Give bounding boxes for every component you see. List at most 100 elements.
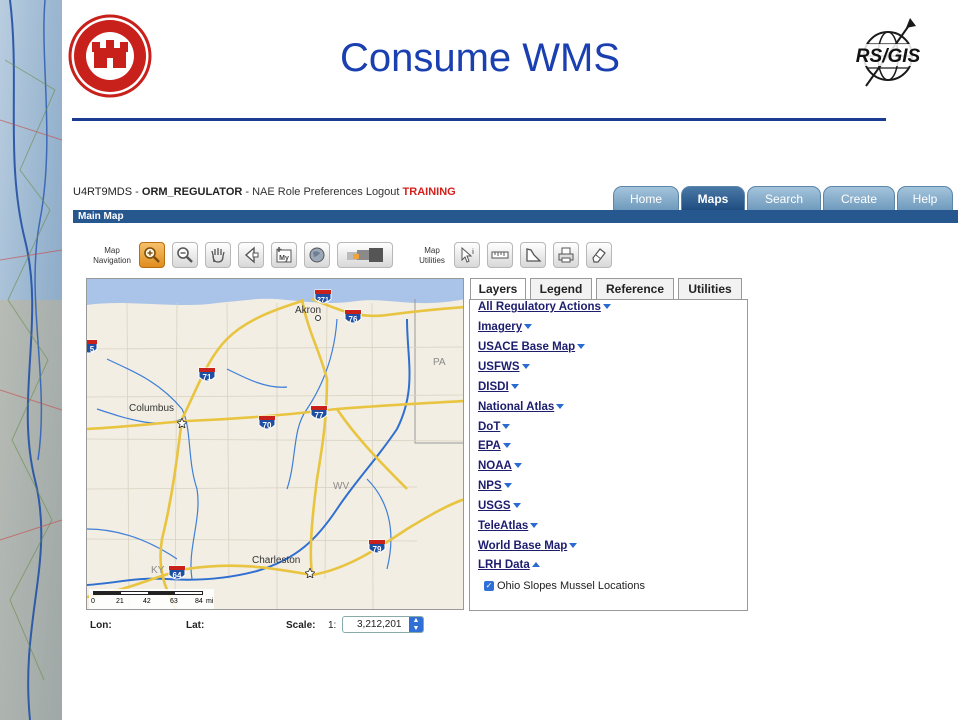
slide-title: Consume WMS — [339, 36, 621, 80]
scale-value: 3,212,201 — [357, 619, 402, 630]
shield-77-label: 77 — [315, 411, 324, 420]
tab-maps[interactable]: Maps — [681, 186, 745, 210]
layer-label: NOAA — [478, 460, 512, 472]
layer-label: Imagery — [478, 321, 523, 333]
chevron-updown-icon[interactable]: ▲ ▼ — [409, 617, 423, 632]
svg-text:My: My — [279, 255, 289, 262]
layer-imagery[interactable]: Imagery — [478, 321, 533, 333]
title-divider — [72, 118, 886, 121]
layer-world-base-map[interactable]: World Base Map — [478, 540, 578, 552]
map-view[interactable]: Columbus Akron Charleston PA WV KY 271 7… — [86, 278, 464, 610]
zoom-in-button[interactable] — [139, 242, 165, 268]
layer-usgs[interactable]: USGS — [478, 500, 521, 512]
layer-nps[interactable]: NPS — [478, 480, 512, 492]
tab-reference[interactable]: Reference — [596, 278, 674, 300]
state-label-ky: KY — [151, 565, 165, 576]
layer-noaa[interactable]: NOAA — [478, 460, 522, 472]
interstate-shield-76: 76 — [343, 307, 363, 332]
clear-button[interactable] — [586, 242, 612, 268]
my-extent-button[interactable]: My — [271, 242, 297, 268]
lat-label: Lat: — [186, 620, 205, 631]
full-extent-globe-icon — [309, 247, 325, 263]
scale-select[interactable]: 3,212,201 ▲ ▼ — [342, 616, 424, 633]
shield-64-label: 64 — [173, 571, 182, 580]
chevron-down-icon — [577, 344, 586, 350]
chevron-down-icon — [569, 543, 578, 549]
place-charleston: Charleston — [252, 555, 301, 566]
header-links[interactable]: - NAE Role Preferences Logout — [245, 186, 399, 198]
layer-label: LRH Data — [478, 559, 530, 571]
layers-button[interactable] — [337, 242, 393, 268]
svg-text:i: i — [472, 249, 474, 256]
layer-teleatlas[interactable]: TeleAtlas — [478, 520, 539, 532]
scale-tick-0: 0 — [91, 598, 95, 605]
app-window: U4RT9MDS - ORM_REGULATOR - NAE Role Pref… — [73, 180, 958, 650]
print-button[interactable] — [553, 242, 579, 268]
shield-76-label: 76 — [349, 315, 358, 324]
scale-unit: mi — [206, 598, 214, 605]
chevron-down-icon — [502, 443, 511, 449]
app-header: U4RT9MDS - ORM_REGULATOR - NAE Role Pref… — [73, 186, 456, 206]
tab-utilities[interactable]: Utilities — [678, 278, 742, 300]
identify-button[interactable]: i — [454, 242, 480, 268]
lon-label: Lon: — [90, 620, 112, 631]
pan-button[interactable] — [205, 242, 231, 268]
training-badge: TRAINING — [402, 186, 456, 198]
layer-label: DoT — [478, 421, 501, 433]
scale-tick-21: 21 — [116, 598, 124, 605]
chevron-up-icon — [531, 562, 540, 568]
chevron-down-icon — [530, 523, 539, 529]
map-navigation-label: Map Navigation — [93, 246, 131, 265]
scale-bar: 0 21 42 63 84 mi — [89, 589, 214, 609]
shield-79-label: 79 — [373, 545, 382, 554]
tab-layers[interactable]: Layers — [470, 278, 526, 300]
place-columbus: Columbus — [129, 403, 175, 414]
zoom-out-button[interactable] — [172, 242, 198, 268]
layer-epa[interactable]: EPA — [478, 440, 511, 452]
tab-home[interactable]: Home — [613, 186, 679, 210]
scale-tick-63: 63 — [170, 598, 178, 605]
rsgis-logo: RS/GIS — [840, 14, 936, 92]
layer-label: USGS — [478, 500, 511, 512]
checkbox-checked-icon[interactable]: ✓ — [484, 581, 494, 591]
layer-usace-base-map[interactable]: USACE Base Map — [478, 341, 586, 353]
print-icon — [558, 247, 574, 263]
layer-national-atlas[interactable]: National Atlas — [478, 401, 565, 413]
rsgis-logo-text: RS/GIS — [856, 46, 921, 67]
interstate-shield-77: 77 — [309, 403, 329, 428]
previous-extent-button[interactable] — [238, 242, 264, 268]
tab-search[interactable]: Search — [747, 186, 821, 210]
charleston-marker-icon — [304, 565, 316, 579]
layer-label: DISDI — [478, 381, 509, 393]
sublayer-ohio-slopes-mussel[interactable]: ✓ Ohio Slopes Mussel Locations — [484, 580, 645, 592]
layer-label: National Atlas — [478, 401, 555, 413]
area-measure-button[interactable] — [520, 242, 546, 268]
shield-70-label: 70 — [263, 421, 272, 430]
user-id: U4RT9MDS — [73, 186, 133, 198]
layer-lrh-data[interactable]: LRH Data — [478, 559, 540, 571]
scale-prefix: 1: — [328, 620, 337, 631]
layer-usfws[interactable]: USFWS — [478, 361, 530, 373]
layers-stack-icon — [347, 248, 383, 262]
layer-dot[interactable]: DoT — [478, 421, 511, 433]
chevron-down-icon — [524, 324, 533, 330]
scale-bar-graphic — [93, 591, 203, 595]
chevron-down-icon — [556, 404, 565, 410]
identify-icon: i — [461, 246, 474, 263]
tab-help[interactable]: Help — [897, 186, 953, 210]
state-label-pa: PA — [433, 357, 446, 368]
layer-all-regulatory-actions[interactable]: All Regulatory Actions — [478, 301, 611, 313]
measure-button[interactable] — [487, 242, 513, 268]
tab-legend[interactable]: Legend — [530, 278, 592, 300]
layer-label: USACE Base Map — [478, 341, 576, 353]
tab-create[interactable]: Create — [823, 186, 895, 210]
layer-label: EPA — [478, 440, 501, 452]
columbus-marker-icon — [176, 415, 188, 429]
header-separator: - — [135, 186, 139, 198]
chevron-down-icon — [512, 503, 521, 509]
layer-disdi[interactable]: DISDI — [478, 381, 519, 393]
cerl-logo — [68, 14, 152, 98]
state-label-wv: WV — [333, 481, 350, 492]
panel-tabs: Layers Legend Reference Utilities — [470, 278, 746, 300]
full-extent-button[interactable] — [304, 242, 330, 268]
